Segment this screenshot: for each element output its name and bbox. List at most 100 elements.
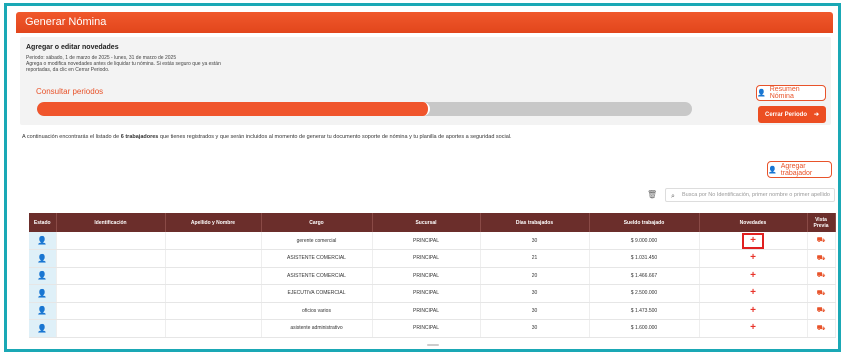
dias-cell: 30 <box>480 232 590 250</box>
preview-cell: ⛟ <box>807 267 836 285</box>
preview-cell: ⛟ <box>807 249 836 268</box>
search-input[interactable]: ⌕ Busca por No Identificación, primer no… <box>665 188 835 202</box>
user-gear-icon[interactable]: 👤 <box>37 289 47 298</box>
table-row: 👤 EJECUTIVA COMERCIAL PRINCIPAL 30 $ 2.500.0… <box>29 284 836 303</box>
panel-title: Agregar o editar novedades <box>26 44 119 51</box>
novedades-panel: Agregar o editar novedades Periodo: sába… <box>20 37 831 125</box>
add-novedad-icon[interactable]: + <box>750 305 756 316</box>
preview-icon[interactable]: ⛟ <box>817 306 826 315</box>
page-header: Generar Nómina <box>16 12 833 33</box>
agregar-trabajador-button[interactable]: 👤 Agregar trabajador <box>767 161 832 178</box>
add-novedad-icon[interactable]: + <box>750 270 756 281</box>
nombre-cell <box>165 232 262 250</box>
column-header: Sueldo trabajado <box>589 213 700 232</box>
user-icon: 👤 <box>757 90 766 97</box>
preview-icon[interactable]: ⛟ <box>817 236 826 245</box>
novedades-cell: + <box>699 302 808 320</box>
user-gear-icon[interactable]: 👤 <box>37 271 47 280</box>
preview-icon[interactable]: ⛟ <box>817 289 826 298</box>
novedades-cell: + <box>699 284 808 303</box>
app-frame: Generar Nómina Agregar o editar novedade… <box>4 3 841 352</box>
column-header: Identificación <box>56 213 166 232</box>
instruction-text-2: reportadas, da clic en Cerrar Periodo. <box>26 67 110 73</box>
identificacion-cell <box>56 319 166 338</box>
table-row: 👤 ASISTENTE COMERCIAL PRINCIPAL 21 $ 1.031.4… <box>29 249 836 268</box>
arrow-right-circle-icon: ➔ <box>813 112 819 118</box>
status-cell: 👤 <box>29 302 57 320</box>
cargo-cell: ASISTENTE COMERCIAL <box>261 249 373 268</box>
status-cell: 👤 <box>29 284 57 303</box>
add-novedad-icon[interactable]: + <box>750 253 756 263</box>
preview-cell: ⛟ <box>807 302 836 320</box>
sueldo-cell: $ 1.031.450 <box>589 249 700 268</box>
identificacion-cell <box>56 232 166 250</box>
add-novedad-icon[interactable]: + <box>742 232 764 249</box>
user-gear-icon[interactable]: 👤 <box>37 324 47 333</box>
column-header: Cargo <box>261 213 373 232</box>
column-header: Novedades <box>699 213 808 232</box>
status-cell: 👤 <box>29 232 57 250</box>
status-cell: 👤 <box>29 319 57 338</box>
dias-cell: 30 <box>480 284 590 303</box>
identificacion-cell <box>56 249 166 268</box>
preview-icon[interactable]: ⛟ <box>817 254 826 263</box>
column-header: Sucursal <box>372 213 481 232</box>
column-header: Vista Previa <box>807 213 836 232</box>
trash-icon[interactable]: 🗑 <box>647 190 657 199</box>
sueldo-cell: $ 2.500.000 <box>589 284 700 303</box>
preview-icon[interactable]: ⛟ <box>817 324 826 333</box>
dias-cell: 30 <box>480 319 590 338</box>
sucursal-cell: PRINCIPAL <box>372 302 481 320</box>
user-gear-icon[interactable]: 👤 <box>37 254 47 263</box>
preview-cell: ⛟ <box>807 284 836 303</box>
cargo-cell: EJECUTIVA COMERCIAL <box>261 284 373 303</box>
user-gear-icon[interactable]: 👤 <box>37 306 47 315</box>
dias-cell: 30 <box>480 302 590 320</box>
column-header: Estado <box>29 213 57 232</box>
user-add-icon: 👤 <box>768 166 777 174</box>
novedades-cell: + <box>699 319 808 338</box>
cargo-cell: ASISTENTE COMERCIAL <box>261 267 373 285</box>
progress-fill <box>37 102 430 116</box>
add-novedad-icon[interactable]: + <box>750 288 756 298</box>
novedades-cell: + <box>699 267 808 285</box>
dias-cell: 20 <box>480 267 590 285</box>
sucursal-cell: PRINCIPAL <box>372 249 481 268</box>
novedades-cell: + <box>699 232 808 250</box>
sueldo-cell: $ 1.473.500 <box>589 302 700 320</box>
identificacion-cell <box>56 284 166 303</box>
column-header: Apellido y Nombre <box>165 213 262 232</box>
consult-periods-link[interactable]: Consultar periodos <box>36 87 103 96</box>
add-novedad-icon[interactable]: + <box>750 323 756 333</box>
scroll-handle[interactable] <box>427 344 439 346</box>
preview-icon[interactable]: ⛟ <box>817 271 826 280</box>
sueldo-cell: $ 1.466.667 <box>589 267 700 285</box>
identificacion-cell <box>56 302 166 320</box>
sucursal-cell: PRINCIPAL <box>372 267 481 285</box>
nombre-cell <box>165 249 262 268</box>
identificacion-cell <box>56 267 166 285</box>
user-gear-icon[interactable]: 👤 <box>37 236 47 245</box>
cerrar-periodo-button[interactable]: Cerrar Periodo ➔ <box>758 106 826 123</box>
sucursal-cell: PRINCIPAL <box>372 232 481 250</box>
column-header: Días trabajados <box>480 213 590 232</box>
preview-cell: ⛟ <box>807 319 836 338</box>
sucursal-cell: PRINCIPAL <box>372 284 481 303</box>
table-header-row: Estado Identificación Apellido y Nombre Car… <box>29 213 836 232</box>
workers-table: Estado Identificación Apellido y Nombre Car… <box>29 213 836 338</box>
sueldo-cell: $ 1.600.000 <box>589 319 700 338</box>
progress-bar <box>37 102 692 116</box>
table-row: 👤 ASISTENTE COMERCIAL PRINCIPAL 20 $ 1.466.6… <box>29 267 836 285</box>
nombre-cell <box>165 319 262 338</box>
dias-cell: 21 <box>480 249 590 268</box>
search-icon: ⌕ <box>671 193 675 200</box>
sueldo-cell: $ 9.000.000 <box>589 232 700 250</box>
sucursal-cell: PRINCIPAL <box>372 319 481 338</box>
cargo-cell: gerente comercial <box>261 232 373 250</box>
page-title: Generar Nómina <box>25 16 107 28</box>
table-row: 👤 oficios varios PRINCIPAL 30 $ 1.473.500 + ⛟ <box>29 302 836 320</box>
status-cell: 👤 <box>29 249 57 268</box>
resumen-nomina-button[interactable]: 👤 Resumen Nómina <box>756 85 826 101</box>
status-cell: 👤 <box>29 267 57 285</box>
cargo-cell: oficios varios <box>261 302 373 320</box>
